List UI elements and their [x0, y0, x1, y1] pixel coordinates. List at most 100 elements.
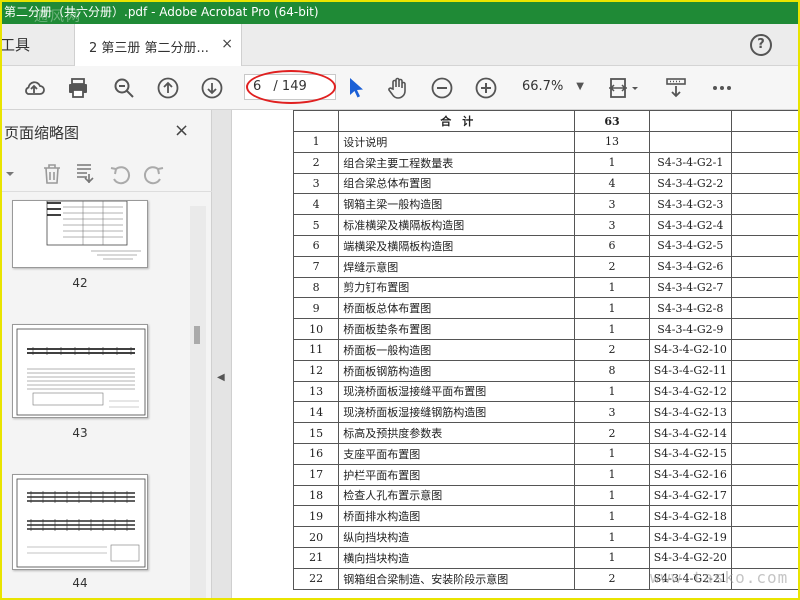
row-name: 标高及预拱度参数表 [338, 422, 576, 444]
row-number: 18 [292, 484, 340, 507]
row-number: 9 [292, 297, 340, 320]
tab-document[interactable]: 2 第三册 第二分册... × [74, 24, 242, 66]
row-count: 1 [574, 463, 650, 486]
row-count: 8 [574, 359, 650, 382]
row-number: 16 [292, 442, 340, 465]
pane-close-icon[interactable]: × [174, 120, 189, 141]
page-thumbnail-42[interactable] [12, 200, 148, 268]
tab-document-label: 2 第三册 第二分册... [89, 41, 209, 56]
pane-scrollbar-thumb[interactable] [194, 326, 200, 344]
pane-scrollbar[interactable] [190, 206, 206, 600]
zoom-select[interactable]: 66.7% ▼ [516, 76, 588, 98]
row-number: 7 [292, 255, 340, 278]
watermark-bottom: www.tasko.com [650, 568, 789, 587]
row-number: 17 [292, 463, 340, 486]
table-row: 7 焊缝示意图 2 S4-3-4-G2-6 [292, 255, 800, 278]
page-thumbnail-44[interactable] [12, 474, 148, 570]
toolbar: 6 / 149 66.7% ▼ [0, 66, 800, 110]
row-name: 桥面排水构造图 [338, 505, 576, 528]
row-extra [730, 318, 800, 340]
row-code: S4-3-4-G2-10 [648, 338, 732, 361]
table-row: 1 设计说明 13 [292, 131, 800, 153]
row-number: 4 [292, 193, 340, 216]
table-row: 4 钢箱主梁一般构造图 3 S4-3-4-G2-3 [292, 193, 800, 216]
row-code: S4-3-4-G2-18 [648, 505, 732, 528]
more-icon[interactable] [710, 76, 734, 100]
trash-icon[interactable] [40, 162, 64, 186]
row-count: 1 [574, 276, 650, 299]
table-row: 15 标高及预拱度参数表 2 S4-3-4-G2-14 [292, 422, 800, 444]
document-view[interactable]: 合 计 63 1 设计说明 13 2 组合梁主要工程数量表 1 S4-3-4-G2-1 3 组合… [233, 110, 800, 600]
row-name: 纵向挡块构造 [338, 526, 576, 548]
row-code: S4-3-4-G2-11 [648, 359, 732, 382]
row-number: 21 [292, 546, 340, 569]
rotate-ccw-icon[interactable] [108, 162, 132, 186]
row-extra [730, 276, 800, 299]
row-extra [730, 442, 800, 465]
chevron-down-icon[interactable] [4, 168, 16, 180]
row-count: 1 [574, 505, 650, 528]
row-number: 11 [292, 338, 340, 361]
row-count: 2 [574, 338, 650, 361]
pane-toolbar [0, 156, 212, 192]
zoom-in-icon[interactable] [474, 76, 498, 100]
row-number: 13 [292, 380, 340, 403]
row-number: 22 [292, 567, 340, 590]
page-thumbnail-43[interactable] [12, 324, 148, 418]
tab-close-icon[interactable]: × [221, 36, 233, 52]
row-extra [730, 234, 800, 257]
scroll-mode-icon[interactable] [664, 76, 688, 100]
select-cursor-icon[interactable] [344, 76, 368, 100]
header-empty [292, 110, 340, 132]
title-bar: 第二分册（共六分册）.pdf - Adobe Acrobat Pro (64-b… [0, 0, 800, 24]
row-code: S4-3-4-G2-3 [648, 193, 732, 216]
row-code: S4-3-4-G2-7 [648, 276, 732, 299]
row-code: S4-3-4-G2-4 [648, 214, 732, 236]
row-extra [730, 338, 800, 361]
table-row: 11 桥面板一般构造图 2 S4-3-4-G2-10 [292, 338, 800, 361]
row-extra [730, 255, 800, 278]
row-code: S4-3-4-G2-15 [648, 442, 732, 465]
page-up-icon[interactable] [156, 76, 180, 100]
page-fit-icon[interactable] [608, 76, 642, 100]
zoom-value: 66.7% [522, 79, 564, 94]
row-count: 2 [574, 422, 650, 444]
table-row: 5 标准横梁及横隔板构造图 3 S4-3-4-G2-4 [292, 214, 800, 236]
table-row: 12 桥面板钢筋构造图 8 S4-3-4-G2-11 [292, 359, 800, 382]
search-zoom-icon[interactable] [112, 76, 136, 100]
header-total-count: 63 [574, 110, 650, 132]
rotate-cw-icon[interactable] [142, 162, 166, 186]
tab-tools[interactable]: 工具 [0, 34, 30, 55]
help-icon[interactable]: ? [750, 34, 772, 56]
header-total-label: 合 计 [338, 110, 576, 132]
row-code: S4-3-4-G2-17 [648, 484, 732, 507]
row-count: 3 [574, 193, 650, 216]
hand-tool-icon[interactable] [386, 76, 410, 100]
collapse-arrow-icon[interactable]: ◀ [217, 372, 225, 383]
row-name: 钢箱主梁一般构造图 [338, 193, 576, 216]
row-code: S4-3-4-G2-14 [648, 422, 732, 444]
header-empty [648, 110, 732, 132]
row-code: S4-3-4-G2-6 [648, 255, 732, 278]
page-down-icon[interactable] [200, 76, 224, 100]
row-number: 1 [292, 131, 340, 153]
row-extra [730, 526, 800, 548]
chevron-down-icon: ▼ [576, 81, 584, 92]
zoom-out-icon[interactable] [430, 76, 454, 100]
row-code: S4-3-4-G2-12 [648, 380, 732, 403]
row-extra [730, 193, 800, 216]
row-number: 19 [292, 505, 340, 528]
table-row: 18 检查人孔布置示意图 1 S4-3-4-G2-17 [292, 484, 800, 507]
row-name: 设计说明 [338, 131, 576, 153]
row-name: 钢箱组合梁制造、安装阶段示意图 [338, 567, 576, 590]
row-count: 2 [574, 567, 650, 590]
thumbnail-drawing [16, 478, 146, 568]
pane-splitter[interactable]: ◀ [212, 110, 232, 600]
row-name: 剪力钉布置图 [338, 276, 576, 299]
table-row: 8 剪力钉布置图 1 S4-3-4-G2-7 [292, 276, 800, 299]
insert-page-icon[interactable] [74, 162, 98, 186]
row-number: 12 [292, 359, 340, 382]
cloud-upload-icon[interactable] [22, 76, 46, 100]
tab-bar: 工具 2 第三册 第二分册... × ? [0, 24, 800, 66]
print-icon[interactable] [66, 76, 90, 100]
